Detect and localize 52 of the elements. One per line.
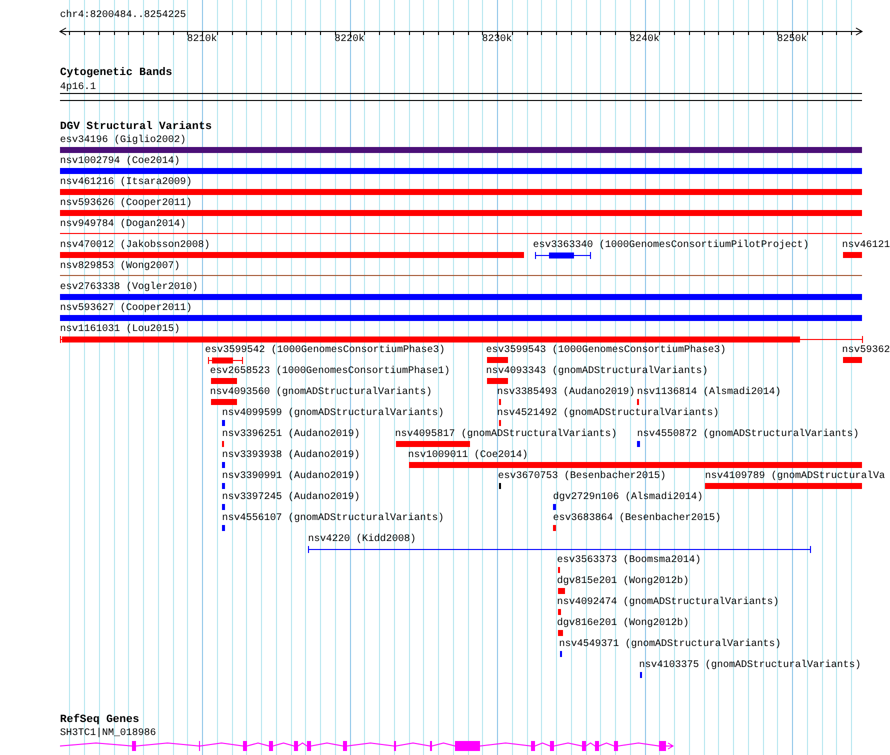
variant-label: nsv3396251 (Audano2019) — [222, 429, 360, 440]
variant-label: nsv4093343 (gnomADStructuralVariants) — [486, 366, 708, 377]
variant-label: nsv829853 (Wong2007) — [60, 261, 180, 272]
tick-label: 8240k — [630, 34, 660, 45]
variant-label: esv2658523 (1000GenomesConsortiumPhase1) — [210, 366, 450, 377]
variant-label: esv3599542 (1000GenomesConsortiumPhase3) — [205, 345, 446, 356]
variant-label: nsv4220 (Kidd2008) — [308, 534, 416, 545]
variant-label: nsv461216 (Itsara2009) — [60, 177, 192, 188]
variant-label: nsv470012 (Jakobsson2008) — [60, 240, 210, 251]
variant-label: nsv4556107 (gnomADStructuralVariants) — [222, 513, 444, 524]
variant-label: dgv2729n106 (Alsmadi2014) — [553, 492, 704, 503]
variant-label: nsv1136814 (Alsmadi2014) — [637, 387, 782, 398]
variant-label: dgv816e201 (Wong2012b) — [557, 618, 690, 629]
variant-label: nsv4095817 (gnomADStructuralVariants) — [395, 429, 618, 440]
tick-label: 8210k — [187, 34, 218, 45]
track-title: Cytogenetic Bands — [60, 67, 172, 79]
variant-label: nsv1009011 (Coe2014) — [408, 450, 528, 461]
variant-label: nsv4093560 (gnomADStructuralVariants) — [210, 387, 432, 398]
variant-label: nsv3397245 (Audano2019) — [222, 492, 360, 503]
variant-label: nsv1161031 (Lou2015) — [60, 324, 180, 335]
variant-label: nsv4550872 (gnomADStructuralVariants) — [637, 429, 860, 440]
variant-label: nsv949784 (Dogan2014) — [60, 219, 186, 230]
variant-label: nsv4099599 (gnomADStructuralVariants) — [222, 408, 444, 419]
variant-label: nsv4092474 (gnomADStructuralVariants) — [557, 597, 780, 608]
variant-label: nsv3393938 (Audano2019) — [222, 450, 360, 461]
variant-label: esv3670753 (Besenbacher2015) — [498, 471, 666, 482]
variant-label: nsv4103375 (gnomADStructuralVariants) — [639, 660, 862, 671]
variant-label: esv3363340 (1000GenomesConsortiumPilotProject) — [533, 240, 810, 251]
variant-label: nsv3385493 (Audano2019) — [497, 387, 636, 398]
variant-label: esv3563373 (Boomsma2014) — [557, 555, 702, 566]
location-label: chr4:8200484..8254225 — [60, 10, 186, 21]
variant-label: nsv4109789 (gnomADStructuralVa — [705, 471, 886, 482]
gene-label: SH3TC1|NM_018986 — [60, 728, 156, 739]
variant-label: nsv593627 (Cooper2011) — [60, 303, 192, 314]
variant-label: nsv4521492 (gnomADStructuralVariants) — [497, 408, 720, 419]
band-label: 4p16.1 — [60, 82, 96, 93]
tick-label: 8250k — [777, 34, 808, 45]
variant-label: nsv1002794 (Coe2014) — [60, 156, 180, 167]
variant-label: nsv4549371 (gnomADStructuralVariants) — [559, 639, 782, 650]
variant-label: nsv59362 — [842, 345, 890, 356]
variant-label: nsv3390991 (Audano2019) — [222, 471, 360, 482]
variant-label: nsv593626 (Cooper2011) — [60, 198, 192, 209]
variant-label: esv3683864 (Besenbacher2015) — [553, 513, 722, 524]
track-title: RefSeq Genes — [60, 714, 140, 726]
variant-label: esv3599543 (1000GenomesConsortiumPhase3) — [486, 345, 726, 356]
tick-label: 8230k — [482, 34, 512, 45]
variant-label: esv2763338 (Vogler2010) — [60, 282, 198, 293]
variant-label: dgv815e201 (Wong2012b) — [557, 576, 690, 587]
variant-label: esv34196 (Giglio2002) — [60, 135, 186, 146]
tick-label: 8220k — [334, 34, 365, 45]
track-title: DGV Structural Variants — [60, 121, 212, 133]
variant-label: nsv46121 — [842, 240, 890, 251]
